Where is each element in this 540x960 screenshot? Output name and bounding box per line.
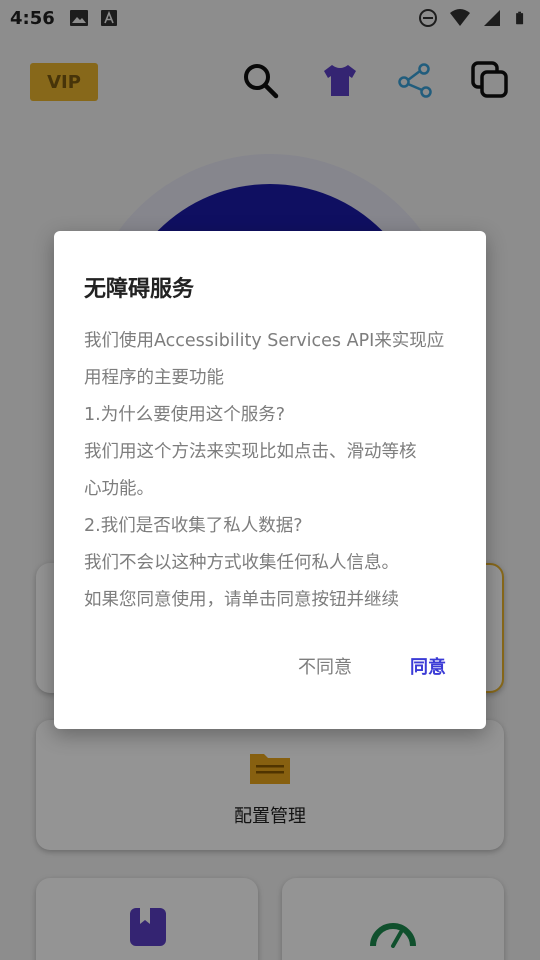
dialog-line: 心功能。 (84, 479, 154, 499)
dialog-line: 如果您同意使用，请单击同意按钮并继续 (84, 590, 399, 610)
agree-button[interactable]: 同意 (410, 653, 446, 679)
dialog-actions: 不同意 同意 (298, 653, 446, 679)
dialog-line: 2.我们是否收集了私人数据? (84, 516, 303, 536)
dialog-line: 1.为什么要使用这个服务? (84, 405, 285, 425)
dialog-title: 无障碍服务 (84, 277, 195, 302)
dialog-line: 我们用这个方法来实现比如点击、滑动等核 (84, 442, 417, 462)
disagree-button[interactable]: 不同意 (298, 653, 352, 679)
dialog-line: 用程序的主要功能 (84, 368, 224, 388)
dialog-line: 我们使用Accessibility Services API来实现应 (84, 331, 445, 351)
dialog-message: 我们使用Accessibility Services API来实现应 用程序的主… (84, 323, 464, 619)
accessibility-dialog: 无障碍服务 我们使用Accessibility Services API来实现应… (54, 231, 486, 729)
dialog-line: 我们不会以这种方式收集任何私人信息。 (84, 553, 399, 573)
